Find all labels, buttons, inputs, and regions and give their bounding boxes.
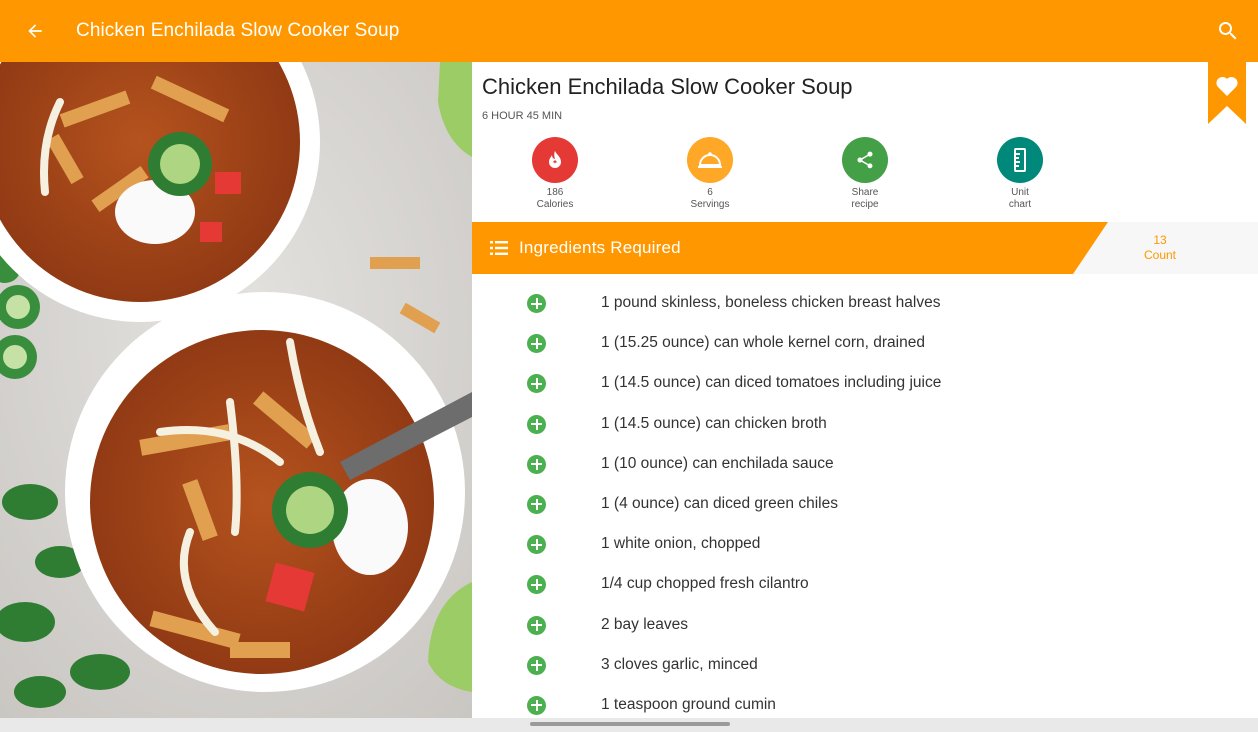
list-item: 1 teaspoon ground cumin — [472, 686, 1258, 718]
calories-label: Calories — [536, 199, 574, 210]
recipe-title: Chicken Enchilada Slow Cooker Soup — [482, 74, 853, 99]
ingredient-text: 1 (15.25 ounce) can whole kernel corn, d… — [601, 334, 925, 352]
ingredient-list: 1 pound skinless, boneless chicken breas… — [472, 284, 1258, 718]
ingredients-header-bar: Ingredients Required — [472, 222, 1108, 274]
servings-label: Servings — [690, 199, 730, 210]
list-item: 3 cloves garlic, minced — [472, 646, 1258, 686]
add-ingredient-icon[interactable] — [527, 494, 546, 514]
unit-chart-label-line1: Unit — [1011, 187, 1029, 198]
servings-stat[interactable]: 6 Servings — [660, 137, 760, 211]
unit-chart-button[interactable]: Unit chart — [970, 137, 1070, 211]
unit-chart-label-line2: chart — [1008, 199, 1032, 210]
ingredient-count-label: Count — [1143, 248, 1177, 262]
home-indicator[interactable] — [530, 722, 730, 726]
soup-photo-illustration — [0, 62, 472, 718]
list-item: 1 (4 ounce) can diced green chiles — [472, 485, 1258, 525]
ingredient-text: 1 (14.5 ounce) can diced tomatoes includ… — [601, 374, 942, 392]
ingredient-text: 1 (10 ounce) can enchilada sauce — [601, 454, 834, 472]
add-ingredient-icon[interactable] — [527, 414, 546, 434]
servings-value: 6 — [707, 187, 713, 198]
ingredient-text: 1/4 cup chopped fresh cilantro — [601, 575, 809, 593]
arrow-left-icon — [28, 24, 42, 38]
share-icon — [842, 137, 888, 183]
ingredient-count-value: 13 — [1153, 233, 1167, 247]
recipe-details-panel: Chicken Enchilada Slow Cooker Soup 6 HOU… — [472, 62, 1258, 718]
list-item: 1 (15.25 ounce) can whole kernel corn, d… — [472, 324, 1258, 364]
add-ingredient-icon[interactable] — [527, 535, 546, 555]
app-bar-title: Chicken Enchilada Slow Cooker Soup — [76, 20, 400, 41]
add-ingredient-icon[interactable] — [527, 655, 546, 675]
ingredient-text: 1 white onion, chopped — [601, 535, 761, 553]
add-ingredient-icon[interactable] — [527, 695, 546, 715]
add-ingredient-icon[interactable] — [527, 454, 546, 474]
list-item: 1 pound skinless, boneless chicken breas… — [472, 284, 1258, 324]
add-ingredient-icon[interactable] — [527, 294, 546, 313]
list-item: 1 (14.5 ounce) can diced tomatoes includ… — [472, 364, 1258, 404]
list-item: 1 (14.5 ounce) can chicken broth — [472, 405, 1258, 445]
list-item: 1 white onion, chopped — [472, 525, 1258, 565]
back-button[interactable] — [0, 0, 70, 62]
calories-stat[interactable]: 186 Calories — [505, 137, 605, 211]
ruler-icon — [997, 137, 1043, 183]
recipe-cook-time: 6 HOUR 45 MIN — [482, 110, 563, 122]
serving-dish-icon — [687, 137, 733, 183]
add-ingredient-icon[interactable] — [527, 575, 546, 595]
share-label-line1: Share — [851, 187, 879, 198]
list-item: 1 (10 ounce) can enchilada sauce — [472, 445, 1258, 485]
ingredient-text: 1 (4 ounce) can diced green chiles — [601, 494, 838, 512]
calories-value: 186 — [546, 187, 564, 198]
ingredient-count: 13 Count — [1108, 222, 1212, 274]
search-icon[interactable] — [1216, 19, 1240, 43]
ingredient-text: 1 pound skinless, boneless chicken breas… — [601, 294, 941, 311]
list-item: 1/4 cup chopped fresh cilantro — [472, 565, 1258, 605]
add-ingredient-icon[interactable] — [527, 334, 546, 354]
calories-icon — [532, 137, 578, 183]
share-recipe-button[interactable]: Share recipe — [815, 137, 915, 211]
share-label-line2: recipe — [851, 199, 879, 210]
ingredient-text: 3 cloves garlic, minced — [601, 655, 758, 673]
recipe-photo — [0, 62, 472, 718]
list-item: 2 bay leaves — [472, 606, 1258, 646]
ingredient-text: 2 bay leaves — [601, 615, 689, 633]
ingredients-header: Ingredients Required 13 Count — [472, 222, 1258, 274]
ingredient-text: 1 teaspoon ground cumin — [601, 695, 776, 713]
add-ingredient-icon[interactable] — [527, 374, 546, 394]
app-bar: Chicken Enchilada Slow Cooker Soup — [0, 0, 1258, 62]
ingredients-header-title: Ingredients Required — [519, 238, 681, 257]
add-ingredient-icon[interactable] — [527, 615, 546, 635]
recipe-stats: 186 Calories 6 Servings Share recipe Uni… — [472, 137, 1172, 217]
list-icon — [490, 241, 508, 255]
heart-bookmark-icon[interactable] — [1208, 62, 1246, 124]
ingredient-text: 1 (14.5 ounce) can chicken broth — [601, 414, 827, 432]
